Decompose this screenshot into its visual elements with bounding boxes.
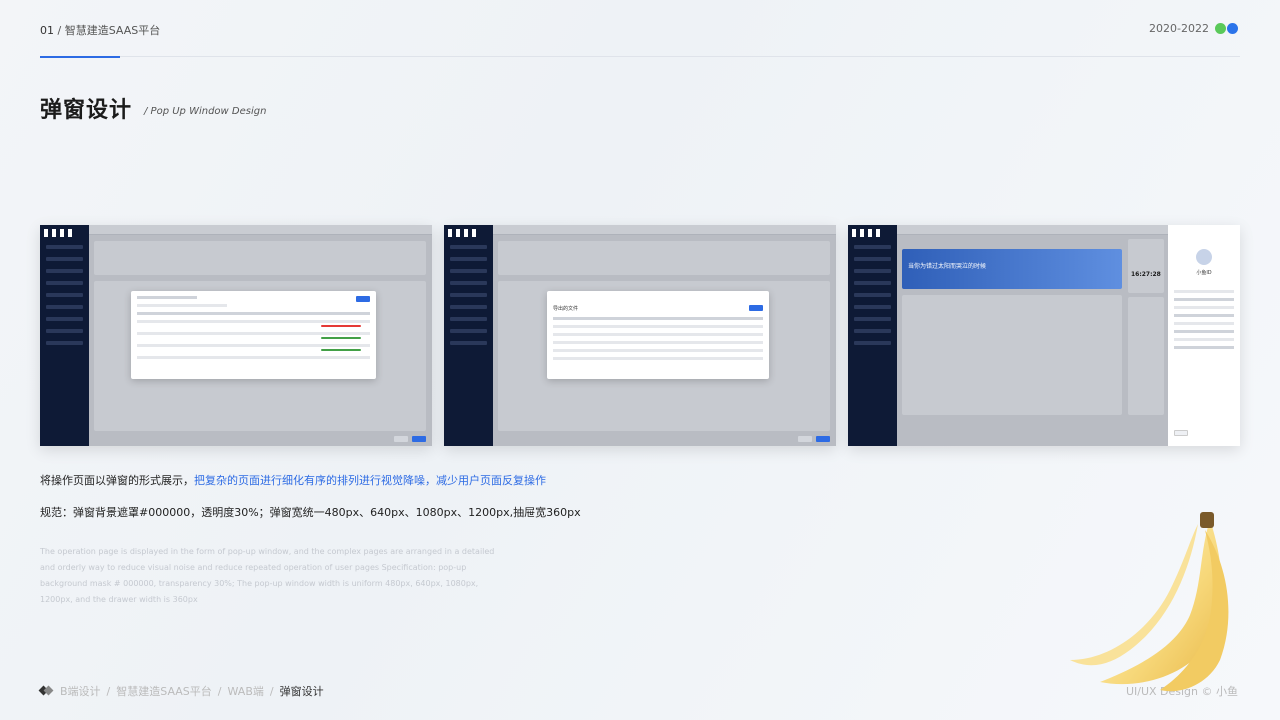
page-title: 弹窗设计: [40, 98, 133, 123]
screenshot-import-modal: [40, 225, 432, 446]
confirm-button[interactable]: [412, 436, 426, 442]
drawer-username: 小鱼ID: [1196, 270, 1212, 276]
breadcrumb-item-platform: 智慧建造SAAS平台: [116, 685, 212, 698]
welcome-banner: 当你为错过太阳而哭泣的时候: [902, 249, 1122, 289]
logo-icon: [44, 229, 74, 237]
sidebar: [848, 225, 897, 446]
todo-panel: [902, 295, 1122, 415]
section-name: 智慧建造SAAS平台: [64, 24, 161, 37]
drawer: 小鱼ID: [1168, 225, 1240, 446]
cancel-button[interactable]: [798, 436, 812, 442]
section-header: 01 / 智慧建造SAAS平台: [40, 24, 161, 37]
banana-illustration: [1070, 512, 1229, 692]
screenshot-drawer: 当你为错过太阳而哭泣的时候 16:27:28 小鱼ID: [848, 225, 1240, 446]
years-label: 2020-2022: [1149, 22, 1209, 35]
green-dot-icon: [1215, 23, 1226, 34]
export-modal-title: 导出的文件: [553, 306, 579, 312]
specification-text: 规范：弹窗背景遮罩#000000，透明度30%；弹窗宽统一480px、640px…: [40, 506, 581, 519]
header-divider-accent: [40, 56, 120, 58]
logo-icon: [448, 229, 478, 237]
footer-breadcrumb: B端设计 / 智慧建造SAAS平台 / WAB端 / 弹窗设计: [38, 683, 324, 699]
sidebar: [40, 225, 89, 446]
filter-panel: [498, 241, 830, 275]
breadcrumb-item-web: WAB端: [227, 685, 264, 698]
brand-diamond-icon: [38, 685, 54, 696]
sidebar: [444, 225, 493, 446]
export-modal: 导出的文件: [547, 291, 769, 379]
modal-action-button[interactable]: [749, 305, 763, 311]
topbar: [89, 225, 432, 235]
drawer-button[interactable]: [1174, 430, 1188, 436]
page-number: 01: [40, 24, 54, 37]
description-highlight: 把复杂的页面进行细化有序的排列进行视觉降噪，减少用户页面反复操作: [194, 474, 546, 487]
description-intro: 将操作页面以弹窗的形式展示，: [40, 474, 194, 487]
import-modal: [131, 291, 376, 379]
logo-icon: [852, 229, 882, 237]
cancel-button[interactable]: [394, 436, 408, 442]
year-range: 2020-2022: [1149, 22, 1238, 35]
breadcrumb-item-b-design: B端设计: [60, 685, 101, 698]
description-line: 将操作页面以弹窗的形式展示，把复杂的页面进行细化有序的排列进行视觉降噪，减少用户…: [40, 472, 546, 488]
blue-dot-icon: [1227, 23, 1238, 34]
english-description: The operation page is displayed in the f…: [40, 547, 495, 604]
header-divider: [40, 56, 1240, 57]
clock-card: 16:27:28: [1128, 239, 1164, 293]
avatar: [1196, 249, 1212, 265]
screenshot-export-modal: 导出的文件: [444, 225, 836, 446]
breadcrumb-item-current: 弹窗设计: [279, 685, 324, 698]
page-subtitle: / Pop Up Window Design: [144, 106, 267, 117]
modal-action-button[interactable]: [356, 296, 370, 302]
confirm-button[interactable]: [816, 436, 830, 442]
banner-text: 当你为错过太阳而哭泣的时候: [908, 263, 987, 270]
notice-panel: [1128, 297, 1164, 415]
clock-time: 16:27:28: [1131, 271, 1161, 278]
topbar: [493, 225, 836, 235]
filter-panel: [94, 241, 426, 275]
